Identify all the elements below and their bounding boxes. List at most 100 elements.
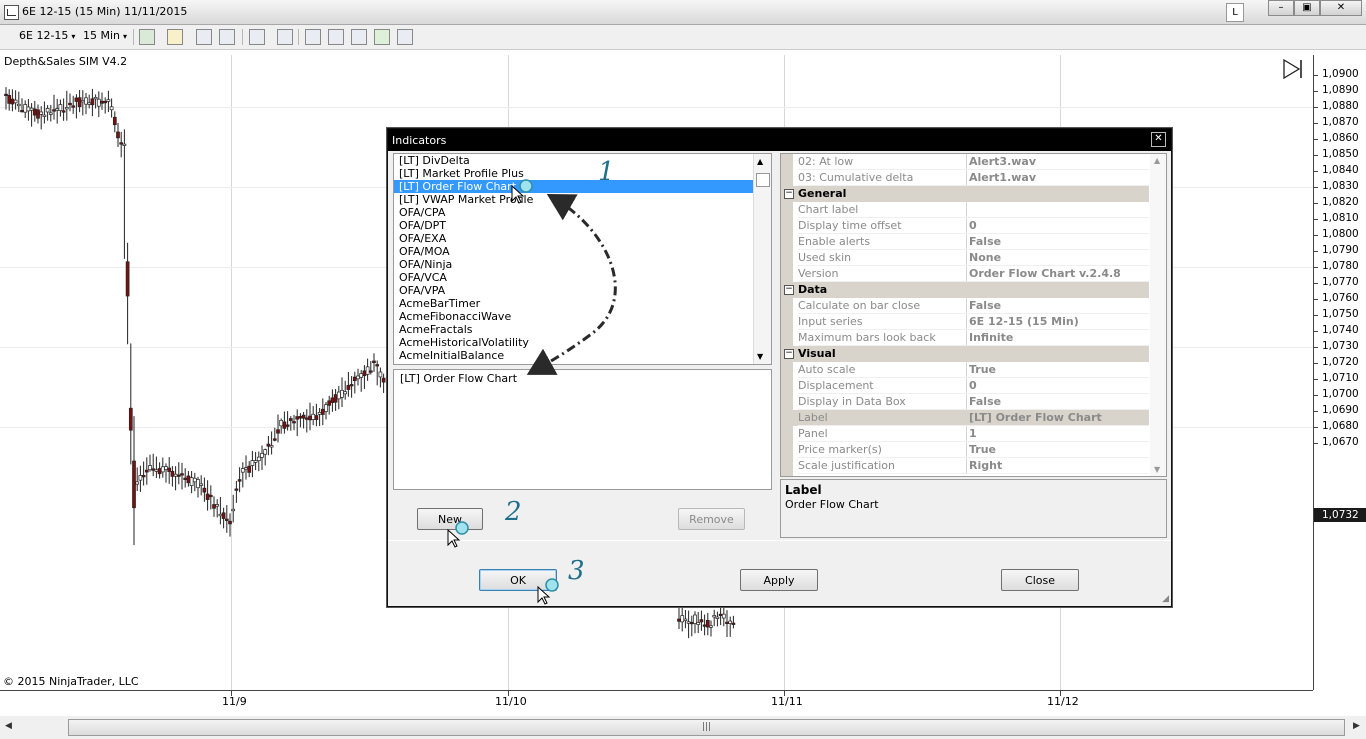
property-value[interactable]: 6E 12-15 (15 Min) [969, 314, 1149, 330]
property-row[interactable]: Price marker(s) True [781, 442, 1149, 458]
chart-horizontal-scrollbar[interactable]: ◀ ||| ▶ [0, 716, 1366, 739]
indicator-list-item[interactable]: [LT] DivDelta [394, 154, 771, 167]
link-badge-button[interactable]: L [1226, 3, 1244, 22]
indicator-list-item[interactable]: OFA/EXA [394, 232, 771, 245]
property-row[interactable]: Calculate on bar close False [781, 298, 1149, 314]
maximize-button[interactable]: ▣ [1294, 0, 1320, 16]
property-row[interactable]: Version Order Flow Chart v.2.4.8 [781, 266, 1149, 282]
property-value[interactable]: [LT] Order Flow Chart [969, 410, 1149, 426]
properties-scrollbar[interactable]: ▲ ▼ [1150, 154, 1166, 476]
scroll-up-icon[interactable]: ▲ [1154, 156, 1160, 165]
collapse-icon[interactable]: − [784, 349, 794, 359]
property-row[interactable]: Auto scale True [781, 362, 1149, 378]
property-row[interactable]: Label [LT] Order Flow Chart [781, 410, 1149, 426]
scroll-down-icon[interactable]: ▼ [757, 352, 763, 361]
property-row[interactable]: Maximum bars look back Infinite [781, 330, 1149, 346]
instrument-selector[interactable]: 6E 12-15 ▾ [19, 29, 75, 42]
property-row[interactable]: Used skin None [781, 250, 1149, 266]
property-value[interactable]: 0 [969, 378, 1149, 394]
indicator-list-item[interactable]: AcmeFibonacciWave [394, 310, 771, 323]
property-value[interactable]: False [969, 234, 1149, 250]
indicator-list-item[interactable]: OFA/VPA [394, 284, 771, 297]
remove-button[interactable]: Remove [678, 508, 745, 530]
property-row[interactable]: Scale justification Right [781, 458, 1149, 474]
property-value[interactable]: False [969, 394, 1149, 410]
interval-selector[interactable]: 15 Min ▾ [83, 29, 127, 42]
data-series-icon[interactable] [305, 29, 321, 45]
category-name: Visual [798, 347, 836, 360]
scroll-right-icon[interactable]: ▶ [1353, 721, 1360, 731]
price-axis[interactable]: 1,0900 1,0890 1,0880 1,0870 1,0860 1,0850 1,08… [1313, 55, 1366, 690]
indicator-list-item[interactable]: AcmeHistoricalVolatility [394, 336, 771, 349]
property-row[interactable]: Input series 6E 12-15 (15 Min) [781, 314, 1149, 330]
property-value[interactable]: None [969, 250, 1149, 266]
property-value[interactable]: Alert1.wav [969, 170, 1149, 186]
close-button[interactable]: Close [1001, 569, 1079, 591]
drawing-pencil-icon[interactable] [167, 29, 183, 45]
dialog-close-icon[interactable]: ✕ [1151, 132, 1166, 147]
scrollbar-thumb[interactable]: ||| [68, 719, 1345, 736]
indicator-list-item[interactable]: OFA/Ninja [394, 258, 771, 271]
cursor-tool-icon[interactable] [249, 29, 265, 45]
candle-body [731, 622, 736, 625]
properties-icon[interactable] [397, 29, 413, 45]
indicators-icon[interactable] [328, 29, 344, 45]
indicator-list-item[interactable]: [LT] Market Profile Plus [394, 167, 771, 180]
indicator-list-item[interactable]: AcmeBarTimer [394, 297, 771, 310]
scroll-left-icon[interactable]: ◀ [5, 721, 12, 731]
indicator-list-scrollbar[interactable]: ▲ ▼ [753, 154, 771, 364]
property-value[interactable]: Alert3.wav [969, 154, 1149, 170]
property-value[interactable]: Infinite [969, 330, 1149, 346]
indicator-list-item[interactable]: [LT] Order Flow Chart [394, 180, 771, 193]
zoom-out-icon[interactable] [219, 29, 235, 45]
scroll-to-end-icon[interactable] [1282, 59, 1304, 79]
property-value[interactable]: False [969, 298, 1149, 314]
property-category-header[interactable]: − Visual [781, 346, 1149, 362]
scrollbar-thumb[interactable] [756, 173, 770, 187]
indicator-list-item[interactable]: OFA/DPT [394, 219, 771, 232]
indicator-list-item[interactable]: AcmeInitialBalance [394, 349, 771, 362]
property-value[interactable]: True [969, 442, 1149, 458]
applied-indicator-item[interactable]: [LT] Order Flow Chart [394, 370, 771, 387]
property-row[interactable]: Display in Data Box False [781, 394, 1149, 410]
property-row[interactable]: Enable alerts False [781, 234, 1149, 250]
property-value[interactable]: 1 [969, 426, 1149, 442]
new-button[interactable]: New [417, 508, 483, 530]
property-category-header[interactable]: − General [781, 186, 1149, 202]
time-axis[interactable]: 11/9 11/10 11/11 11/12 [0, 690, 1313, 717]
property-row[interactable]: Chart label [781, 202, 1149, 218]
resize-grip-icon[interactable]: ◢ [1162, 594, 1169, 604]
property-row[interactable]: 03: Cumulative delta Alert1.wav [781, 170, 1149, 186]
apply-button[interactable]: Apply [740, 569, 818, 591]
properties-grid[interactable]: 02: At low Alert3.wav 03: Cumulative delta… [780, 153, 1167, 477]
property-value[interactable]: 0 [969, 218, 1149, 234]
search-icon[interactable] [277, 29, 293, 45]
property-value[interactable]: Right [969, 458, 1149, 474]
property-row[interactable]: 02: At low Alert3.wav [781, 154, 1149, 170]
property-row[interactable]: Displacement 0 [781, 378, 1149, 394]
zoom-in-icon[interactable] [196, 29, 212, 45]
property-row[interactable]: Display time offset 0 [781, 218, 1149, 234]
collapse-icon[interactable]: − [784, 285, 794, 295]
ok-button[interactable]: OK [479, 569, 557, 591]
indicator-list-item[interactable]: OFA/CPA [394, 206, 771, 219]
strategies-icon[interactable] [351, 29, 367, 45]
indicator-list-item[interactable]: OFA/VCA [394, 271, 771, 284]
property-category-header[interactable]: − Data [781, 282, 1149, 298]
window-close-button[interactable]: ✕ [1320, 0, 1362, 16]
scroll-down-icon[interactable]: ▼ [1154, 465, 1160, 474]
candle-body [718, 613, 723, 617]
bar-type-icon[interactable] [139, 29, 155, 45]
dollar-icon[interactable] [374, 29, 390, 45]
collapse-icon[interactable]: − [784, 189, 794, 199]
indicator-list-item[interactable]: [LT] VWAP Market Profile [394, 193, 771, 206]
property-row[interactable]: Panel 1 [781, 426, 1149, 442]
applied-indicators-list[interactable]: [LT] Order Flow Chart [393, 369, 772, 490]
property-value[interactable]: Order Flow Chart v.2.4.8 [969, 266, 1149, 282]
indicator-list-item[interactable]: OFA/MOA [394, 245, 771, 258]
property-value[interactable]: True [969, 362, 1149, 378]
scroll-up-icon[interactable]: ▲ [757, 157, 763, 166]
available-indicators-list[interactable]: [LT] DivDelta [LT] Market Profile Plus [LT… [393, 153, 772, 365]
indicator-list-item[interactable]: AcmeFractals [394, 323, 771, 336]
minimize-button[interactable]: – [1268, 0, 1294, 16]
